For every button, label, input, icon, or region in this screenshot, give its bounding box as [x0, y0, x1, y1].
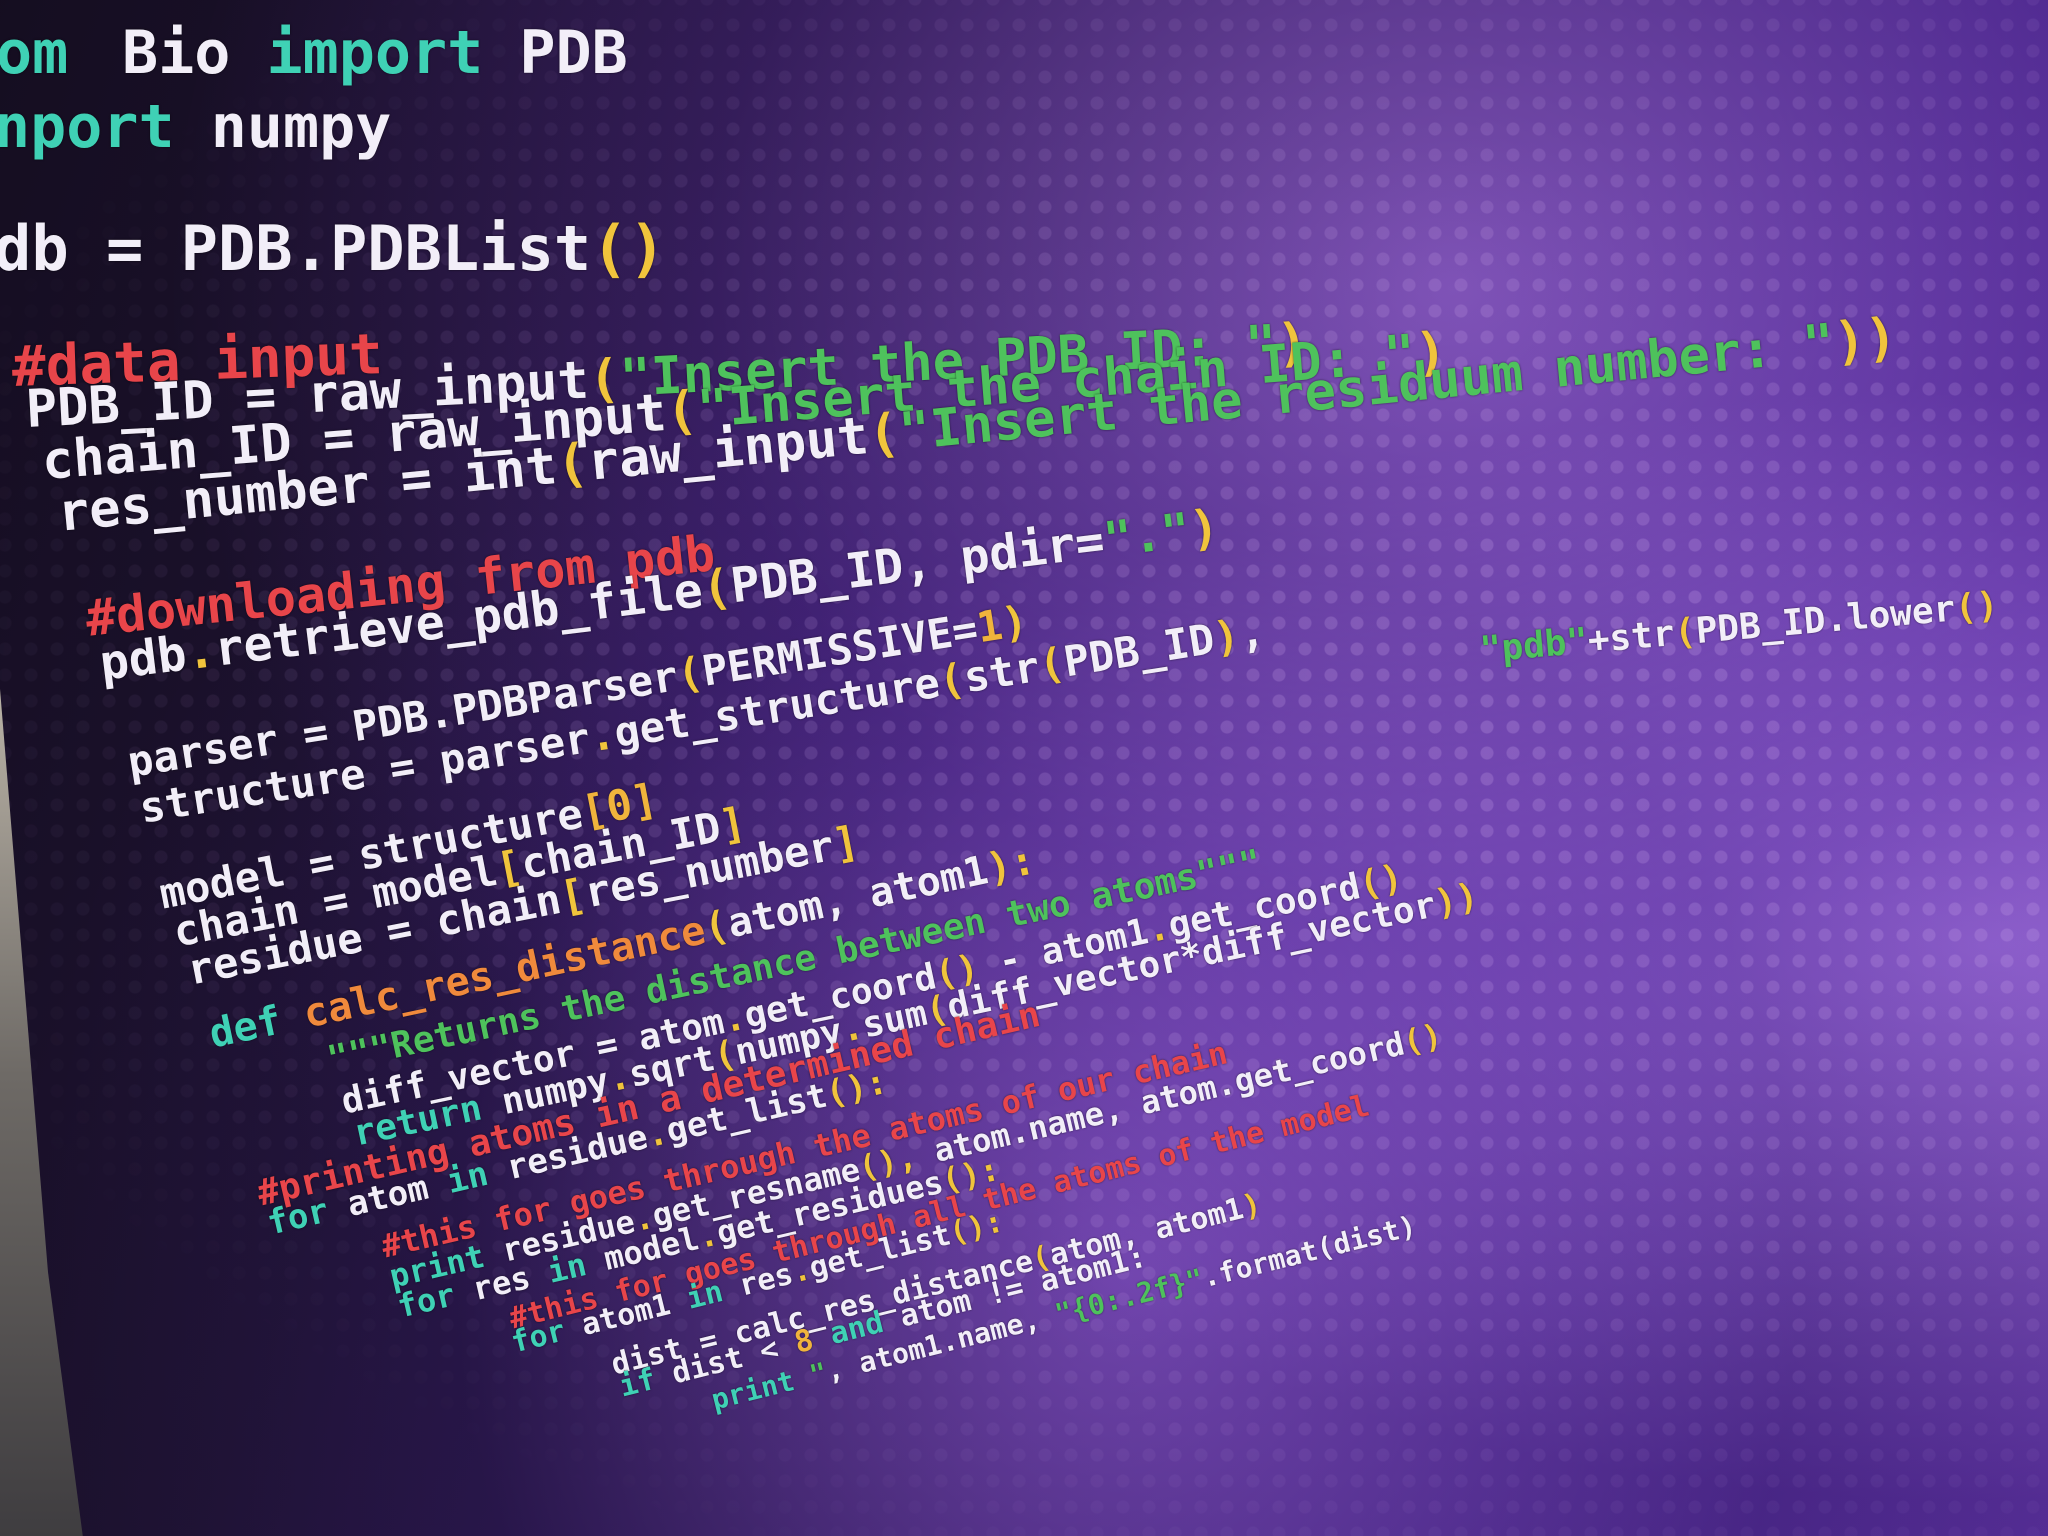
- code-line: Bio import PDB: [122, 18, 628, 88]
- code-token: ,: [1235, 602, 1293, 659]
- code-token: nport: [0, 92, 175, 162]
- code-token: PDB: [483, 18, 628, 88]
- code-token: str: [960, 641, 1043, 703]
- code-token: ): [1186, 498, 1223, 558]
- code-token: db = PDB.PDBList: [0, 212, 592, 285]
- code-line: om: [0, 18, 104, 88]
- code-token: ):: [982, 837, 1040, 893]
- code-token: )): [1831, 307, 1900, 373]
- code-line: "pdb"+str(PDB_ID.lower(): [1478, 585, 2000, 671]
- code-listing: om Bio import PDB nport numpy db = PDB.P…: [0, 0, 2048, 1536]
- code-token: import: [266, 18, 484, 88]
- code-token: om: [0, 18, 105, 88]
- code-token: pdb: [96, 625, 190, 692]
- code-line: nport numpy: [0, 92, 391, 162]
- code-token: (): [1953, 584, 2001, 630]
- code-token: +str: [1586, 613, 1677, 662]
- code-token: (): [1399, 1015, 1446, 1062]
- photo-scene: om Bio import PDB nport numpy db = PDB.P…: [0, 0, 2048, 1536]
- code-line: db = PDB.PDBList(): [0, 212, 666, 285]
- code-token: PDB_ID: [1060, 614, 1218, 687]
- code-token: PDB_ID, pdir=: [727, 512, 1108, 615]
- code-token: ".": [1100, 502, 1194, 569]
- code-token: "pdb": [1478, 620, 1590, 671]
- code-token: )): [1431, 875, 1482, 925]
- code-token: (): [591, 212, 666, 285]
- code-token: Bio: [122, 18, 267, 88]
- code-token: numpy: [174, 92, 392, 162]
- code-token: PDB_ID.lower: [1694, 588, 1957, 653]
- code-token: def: [205, 992, 310, 1058]
